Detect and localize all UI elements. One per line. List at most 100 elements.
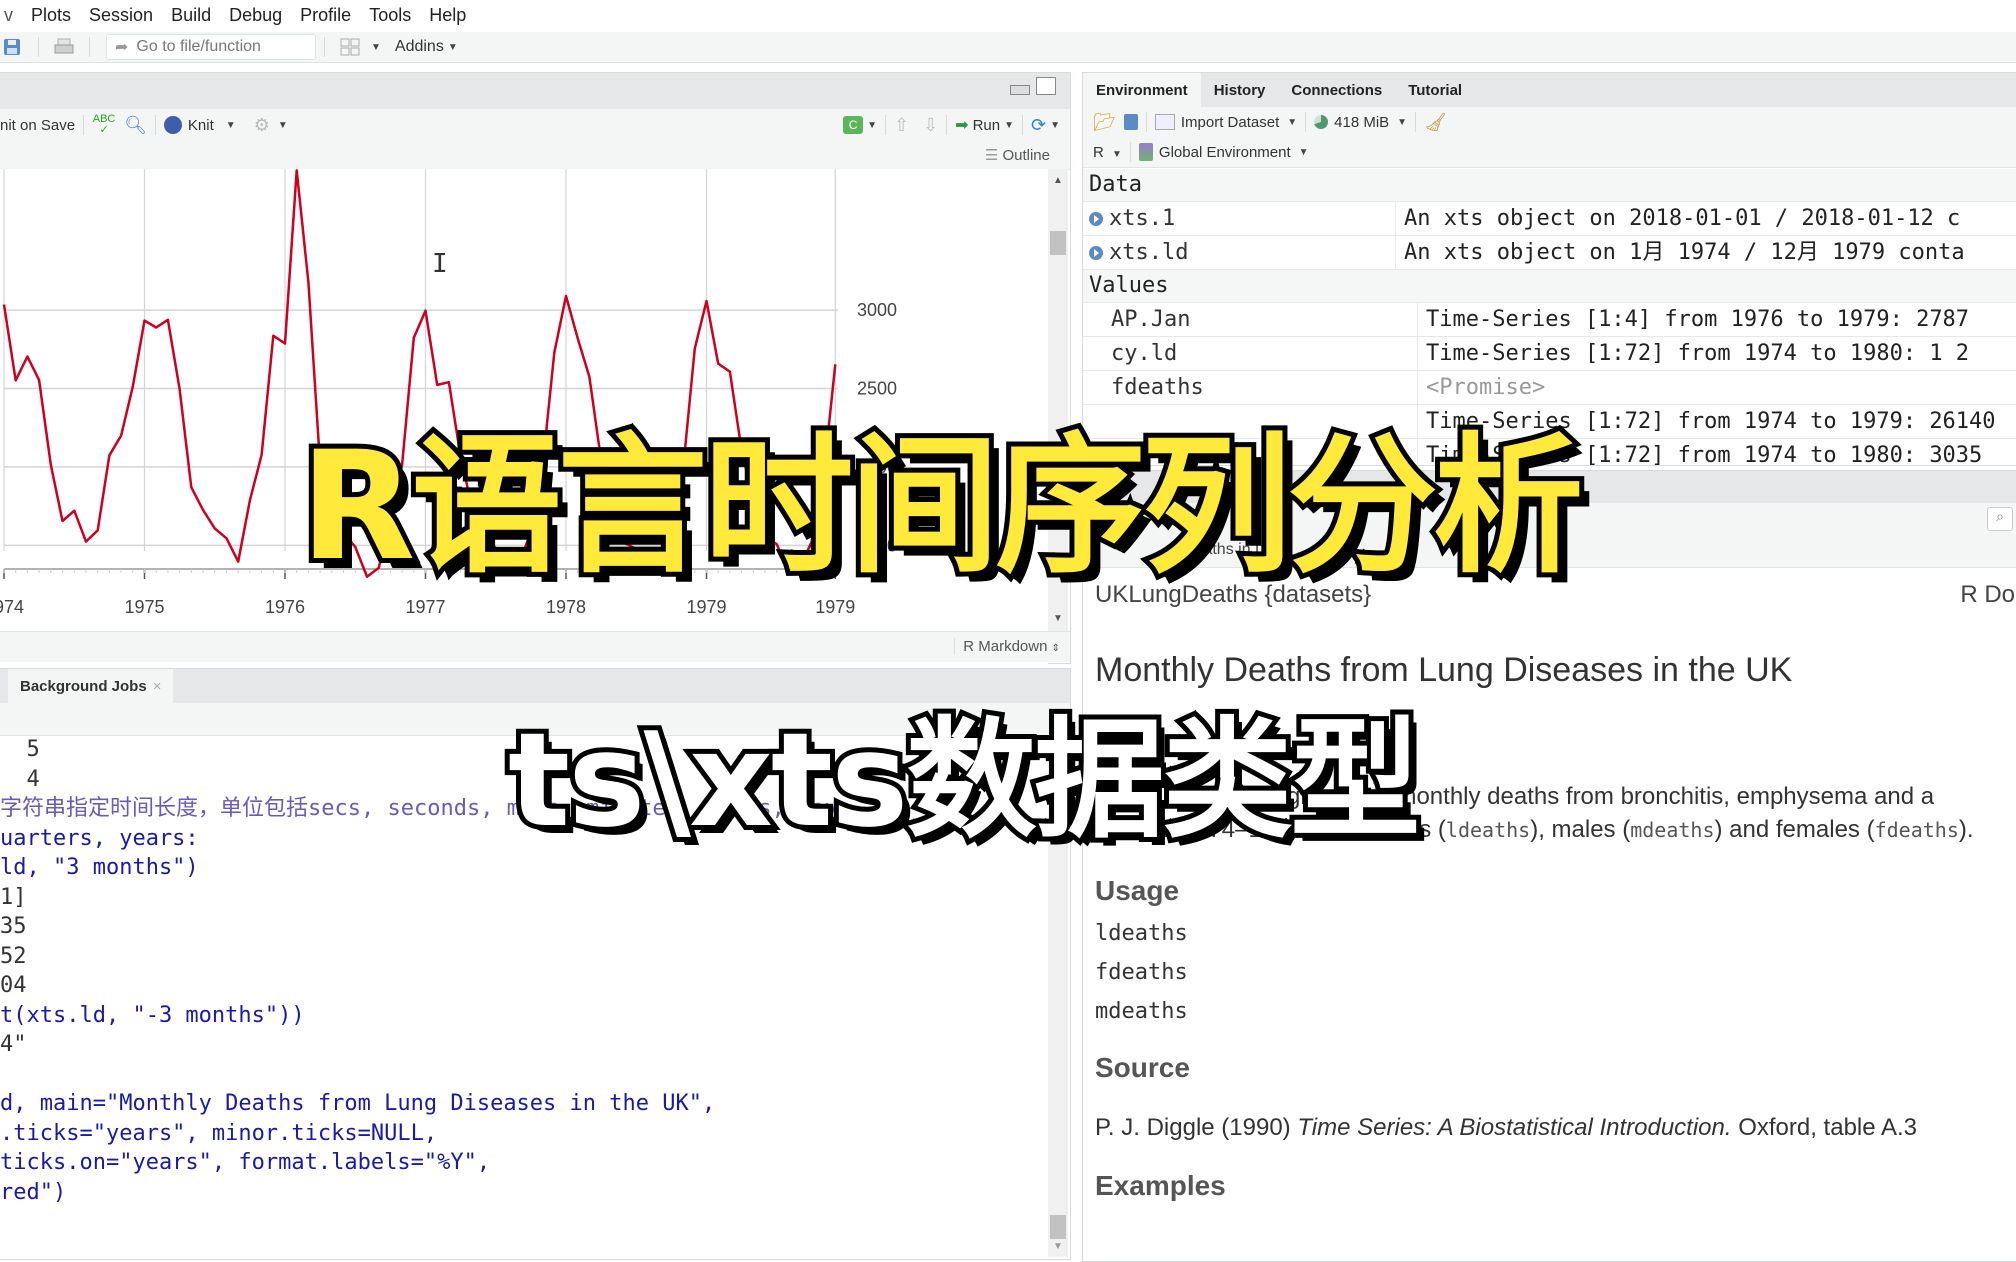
menu-item-build[interactable]: Build [171, 5, 211, 26]
source-header: Source [1095, 1052, 2015, 1084]
run-button[interactable]: Run [973, 117, 1001, 134]
environment-row[interactable]: AP.JanTime-Series [1:4] from 1976 to 197… [1083, 303, 2016, 337]
console-line: red") [0, 1178, 1048, 1208]
knit-button[interactable]: Knit [188, 117, 214, 134]
variable-value: Time-Series [1:72] from 1974 to 1980: 1 … [1418, 337, 2016, 370]
chevron-down-icon[interactable]: ▼ [371, 42, 381, 53]
console-line [0, 1060, 1048, 1090]
chevron-down-icon[interactable]: ▼ [448, 42, 458, 53]
chevron-down-icon[interactable]: ▼ [1004, 120, 1014, 131]
tab-background-jobs[interactable]: Background Jobs × [8, 669, 173, 703]
variable-name: AP.Jan [1083, 303, 1418, 336]
knit-icon [164, 116, 182, 134]
rerun-icon[interactable]: ⟳ [1031, 115, 1046, 136]
outline-icon: ☰ [985, 147, 998, 164]
outline-button[interactable]: ☰ Outline [985, 146, 1050, 164]
console-line: 35 [0, 912, 1048, 942]
go-to-file-input[interactable]: ➦ Go to file/function [106, 34, 316, 60]
chevron-down-icon[interactable]: ▼ [226, 120, 236, 131]
environment-row[interactable]: xts.ld An xts object on 1月 1974 / 12月 197… [1083, 236, 2016, 270]
save-all-icon[interactable] [2, 37, 24, 57]
chevron-down-icon[interactable]: ▼ [1050, 120, 1060, 131]
desc-text: ), males ( [1530, 816, 1630, 843]
variable-value: An xts object on 1月 1974 / 12月 1979 cont… [1396, 236, 2016, 269]
usage-item: fdeaths [1095, 960, 2015, 985]
console-scroll-thumb[interactable] [1050, 1215, 1066, 1239]
help-search-icon[interactable]: ⌕ [1987, 507, 2013, 531]
toolbar-divider [1022, 115, 1023, 135]
scroll-down-icon[interactable]: ▼ [1053, 613, 1063, 624]
menu-item-session[interactable]: Session [89, 5, 153, 26]
tab-history[interactable]: History [1201, 73, 1279, 107]
language-select[interactable]: R ▼ [1093, 144, 1122, 161]
arrow-down-icon[interactable]: ⇩ [923, 115, 938, 136]
close-icon[interactable]: × [153, 678, 162, 695]
variable-name-text: xts.ld [1109, 236, 1188, 269]
menu-item-debug[interactable]: Debug [229, 5, 282, 26]
environment-row[interactable]: xts.1An xts object on 2018-01-01 / 2018-… [1083, 202, 2016, 236]
document-mode-label: R Markdown [963, 638, 1047, 655]
search-icon[interactable]: 🔍︎ [124, 115, 147, 136]
spellcheck-icon[interactable]: ABC✓ [92, 114, 116, 136]
expand-icon[interactable] [1089, 212, 1103, 226]
variable-name-text: xts.1 [1109, 202, 1175, 235]
console-line: ticks.on="years", format.labels="%Y", [0, 1148, 1048, 1178]
chevron-down-icon[interactable]: ▼ [1287, 117, 1297, 128]
tab-connections[interactable]: Connections [1278, 73, 1395, 107]
code-mdeaths: mdeaths [1630, 818, 1714, 842]
data-rows: xts.1An xts object on 2018-01-01 / 2018-… [1083, 202, 2016, 270]
pane-layout-icon[interactable] [339, 37, 361, 57]
variable-name: xts.1 [1083, 202, 1396, 235]
memory-pie-icon [1314, 115, 1328, 129]
chevron-down-icon[interactable]: ▼ [867, 120, 877, 131]
source-author: P. J. Diggle (1990) [1095, 1114, 1297, 1141]
expand-icon[interactable] [1089, 246, 1103, 260]
toolbar-divider [155, 115, 156, 135]
y-tick-label: 3000 [857, 300, 897, 320]
variable-name: xts.ld [1083, 236, 1396, 269]
load-workspace-icon[interactable]: 📂︎ [1093, 112, 1116, 133]
toolbar-divider [1146, 112, 1147, 132]
overlay-subtitle: ts\xts数据类型 [508, 675, 1418, 863]
scroll-down-icon[interactable]: ▼ [1053, 1241, 1063, 1252]
editor-status-bar: R Markdown ⇕ [0, 631, 1070, 662]
environment-scope-select[interactable]: Global Environment [1159, 144, 1291, 161]
gear-icon[interactable]: ⚙ [254, 115, 270, 136]
tab-label: Background Jobs [20, 678, 147, 695]
save-workspace-icon[interactable] [1124, 114, 1138, 130]
language-label: R [1093, 144, 1104, 161]
tab-environment[interactable]: Environment [1083, 73, 1201, 107]
go-to-file-placeholder: Go to file/function [136, 38, 261, 56]
desc-text: ) and females ( [1715, 816, 1875, 843]
console-line: 1] [0, 883, 1048, 913]
arrow-up-icon[interactable]: ⇧ [894, 115, 909, 136]
menu-item-view-partial[interactable]: v [4, 5, 13, 26]
editor-scroll-thumb[interactable] [1050, 231, 1066, 255]
environment-row[interactable]: cy.ldTime-Series [1:72] from 1974 to 198… [1083, 337, 2016, 371]
chevron-down-icon[interactable]: ▼ [1299, 147, 1309, 158]
print-icon[interactable] [53, 37, 75, 57]
menu-item-plots[interactable]: Plots [31, 5, 71, 26]
chevron-down-icon[interactable]: ▼ [278, 120, 288, 131]
menu-item-tools[interactable]: Tools [369, 5, 411, 26]
broom-icon[interactable]: 🧹︎ [1424, 112, 1447, 133]
console-line: 04 [0, 971, 1048, 1001]
addins-menu[interactable]: Addins [395, 38, 444, 56]
menu-item-help[interactable]: Help [429, 5, 466, 26]
menu-item-profile[interactable]: Profile [300, 5, 351, 26]
memory-usage-button[interactable]: 418 MiB [1334, 114, 1389, 131]
scroll-up-icon[interactable]: ▲ [1053, 175, 1063, 186]
usage-item: ldeaths [1095, 921, 2015, 946]
chevron-down-icon[interactable]: ▼ [1397, 117, 1407, 128]
document-mode-select[interactable]: R Markdown ⇕ [954, 638, 1060, 655]
knit-on-save-checkbox[interactable]: nit on Save [0, 117, 75, 134]
maximize-pane-icon[interactable] [1036, 77, 1056, 95]
import-dataset-button[interactable]: Import Dataset [1181, 114, 1279, 131]
console-line: 52 [0, 942, 1048, 972]
minimize-pane-icon[interactable] [1010, 85, 1030, 95]
console-line: .ticks="years", minor.ticks=NULL, [0, 1119, 1048, 1149]
import-dataset-icon [1155, 114, 1175, 130]
insert-chunk-icon[interactable]: C [843, 116, 863, 134]
toolbar-divider [83, 115, 84, 135]
tab-tutorial[interactable]: Tutorial [1395, 73, 1475, 107]
